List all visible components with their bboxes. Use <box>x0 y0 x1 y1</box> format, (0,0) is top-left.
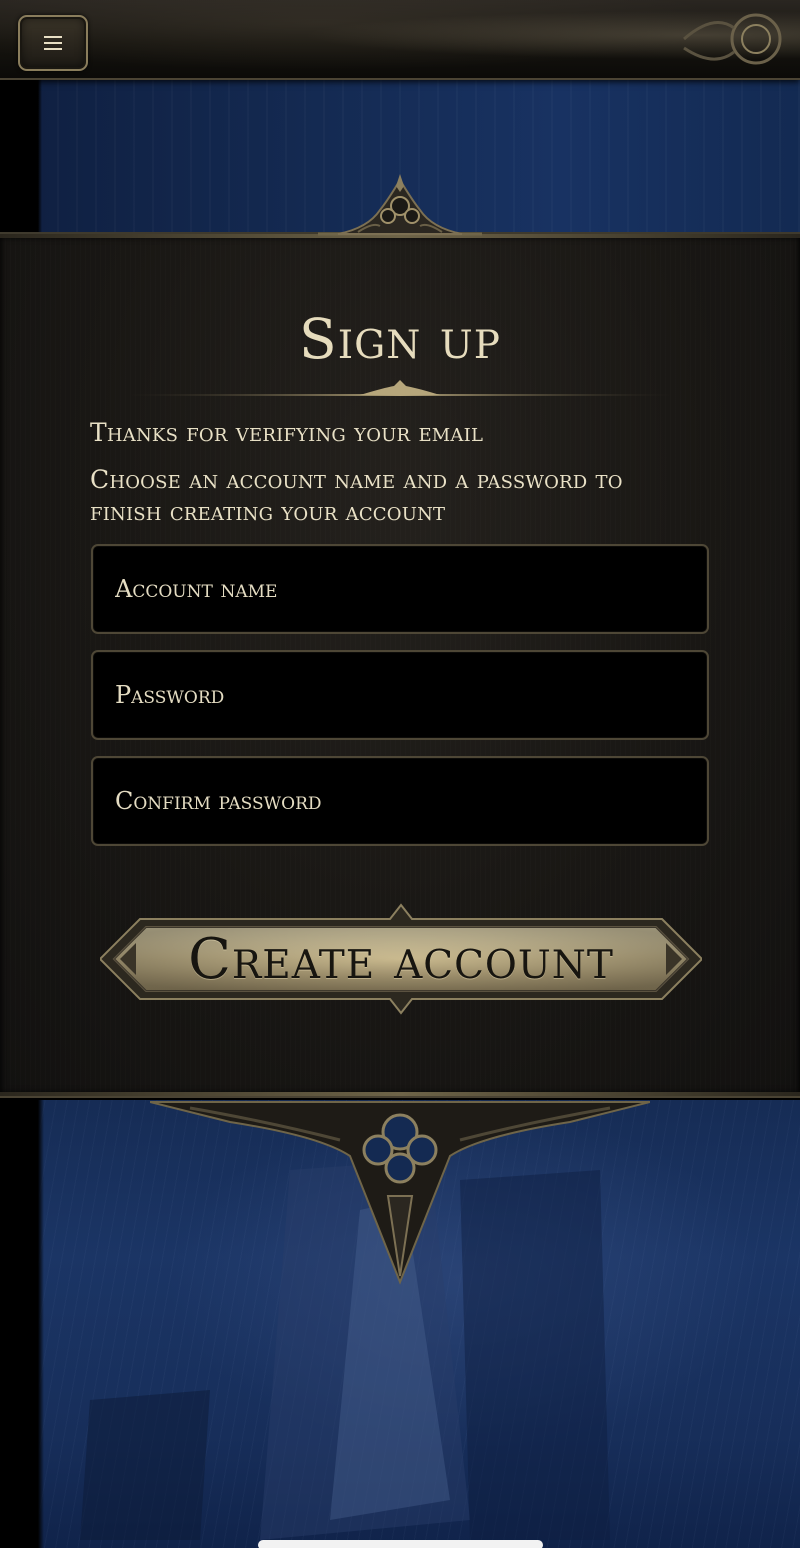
top-crest-icon <box>318 174 482 236</box>
create-account-label: Create account <box>188 926 614 992</box>
instruction-text-line-1: Choose an account name and a password to <box>90 465 623 494</box>
create-account-button[interactable]: Create account <box>100 902 702 1016</box>
account-name-field <box>91 544 709 634</box>
title-divider-ornament <box>128 380 672 396</box>
home-indicator <box>258 1540 543 1548</box>
top-bar <box>0 0 800 80</box>
instruction-text-line-2: finish creating your account <box>90 497 446 526</box>
verification-message: Thanks for verifying your email <box>90 418 484 447</box>
hamburger-menu-icon <box>44 36 62 50</box>
confirm-password-input[interactable] <box>93 758 707 844</box>
menu-button[interactable] <box>18 15 88 71</box>
ornament-icon <box>683 13 782 65</box>
password-field <box>91 650 709 740</box>
confirm-password-field <box>91 756 709 846</box>
signup-page: Sign up Thanks for verifying your email … <box>0 0 800 1548</box>
password-input[interactable] <box>93 652 707 738</box>
page-title: Sign up <box>299 307 501 371</box>
account-name-input[interactable] <box>93 546 707 632</box>
bottom-crest-icon <box>150 1101 650 1285</box>
